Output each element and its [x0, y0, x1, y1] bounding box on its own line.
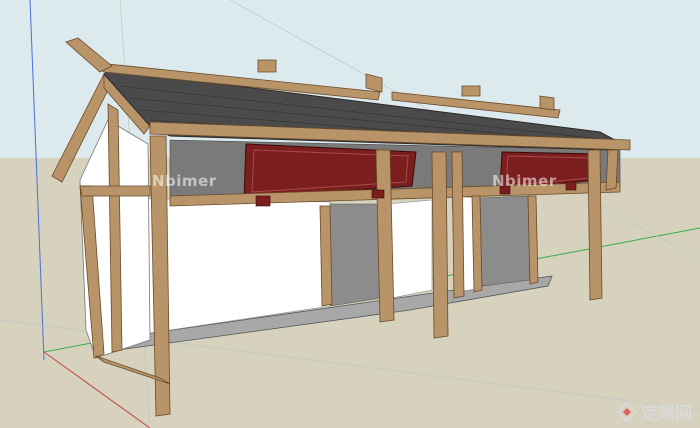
brand-text: 定鼎网 — [641, 404, 692, 424]
back-wall-middle — [387, 199, 433, 299]
dingding-logo-icon — [617, 401, 637, 422]
interior-shadow-left — [329, 203, 383, 307]
model-canvas[interactable] — [0, 0, 700, 428]
brand-watermark: 定鼎网 — [617, 399, 692, 424]
sketchup-viewport[interactable]: Nbimer Nbimer 定鼎网 — [0, 0, 700, 428]
interior-shadow-right — [479, 195, 531, 287]
